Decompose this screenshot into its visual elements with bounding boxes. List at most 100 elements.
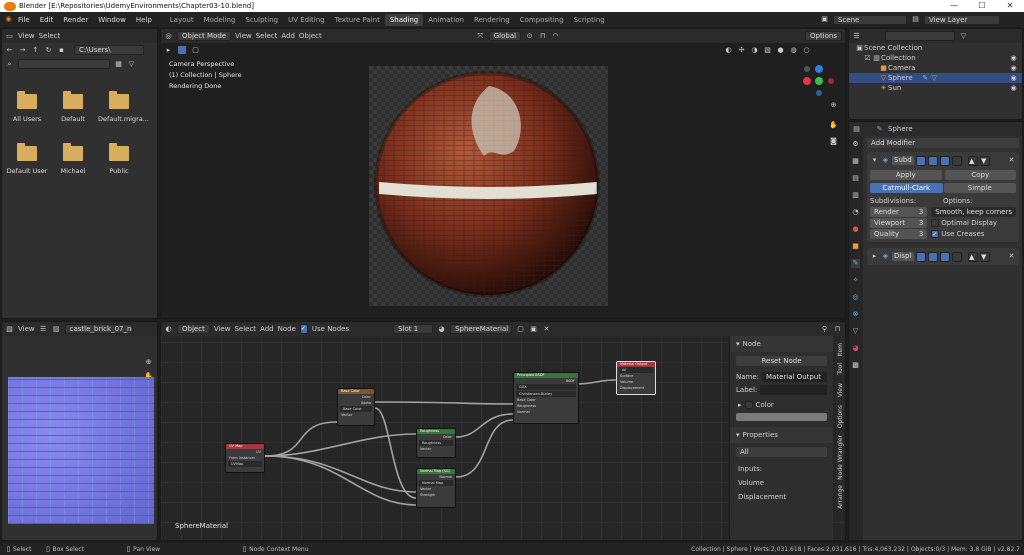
move-down-icon[interactable]: ▼ — [980, 251, 990, 262]
ne-menu-select[interactable]: Select — [234, 325, 256, 333]
node-name-field[interactable]: Material Output — [762, 372, 827, 382]
sidebar-tab-arrange[interactable]: Arrange — [836, 482, 845, 512]
move-up-icon[interactable]: ▲ — [968, 155, 978, 166]
copy-button[interactable]: Copy — [944, 170, 1016, 180]
folder-item[interactable]: Default — [52, 91, 94, 123]
viewport-panel[interactable]: ◎ Object Mode View Select Add Object ⤧ G… — [160, 28, 846, 319]
tab-texture-paint[interactable]: Texture Paint — [330, 14, 385, 26]
render-toggle-icon[interactable] — [940, 251, 950, 262]
proportional-icon[interactable]: ◠ — [551, 32, 560, 41]
expand-icon[interactable]: ▸ — [870, 252, 879, 261]
data-tab-icon[interactable]: ▽ — [851, 327, 860, 336]
shading-solid-icon[interactable]: ● — [776, 46, 785, 55]
minimize-button[interactable]: — — [940, 0, 968, 12]
simple-button[interactable]: Simple — [943, 183, 1016, 193]
folder-item[interactable]: All Users — [6, 91, 48, 123]
outliner-row[interactable]: ▽ Sphere ✎ ▽ ◉ — [849, 73, 1022, 83]
object-tab-icon[interactable]: ■ — [851, 242, 860, 251]
texture-tab-icon[interactable]: ▩ — [851, 361, 860, 370]
vp-menu-select[interactable]: Select — [256, 32, 278, 40]
editmode-toggle-icon[interactable] — [916, 251, 926, 262]
apply-button[interactable]: Apply — [870, 170, 942, 180]
blender-menu-icon[interactable]: ◉ — [4, 15, 13, 24]
node-section-header[interactable]: ▾ Node — [730, 336, 833, 352]
uv-smooth-dropdown[interactable]: Smooth, keep corners — [931, 207, 1016, 217]
physics-tab-icon[interactable]: ◎ — [851, 293, 860, 302]
eye-icon[interactable]: ◉ — [1009, 64, 1018, 73]
node-field[interactable]: GGX — [516, 384, 576, 390]
visibility-icon[interactable]: ◐ — [724, 46, 733, 55]
tool-tab-icon[interactable]: ⚙ — [851, 140, 860, 149]
modifier-name-field[interactable]: Displ — [892, 252, 914, 261]
eye-icon[interactable]: ◉ — [1009, 84, 1018, 93]
tab-sculpting[interactable]: Sculpting — [240, 14, 283, 26]
optimal-display-checkbox[interactable]: Optimal Display — [931, 218, 1016, 228]
sidebar-tab-options[interactable]: Options — [836, 402, 845, 432]
ie-menu-view[interactable]: View — [18, 325, 35, 333]
modifier-tab-icon[interactable]: ✎ — [851, 259, 860, 268]
ne-menu-add[interactable]: Add — [260, 325, 274, 333]
add-modifier-button[interactable]: Add Modifier — [867, 138, 1019, 148]
overlay-icon[interactable]: ◑ — [750, 46, 759, 55]
node-editor-panel[interactable]: ◐ Object View Select Add Node ✓ Use Node… — [160, 321, 846, 541]
world-tab-icon[interactable]: ● — [851, 225, 860, 234]
view-layer-selector[interactable]: View Layer — [924, 14, 1000, 25]
target-dropdown[interactable]: All — [736, 447, 827, 457]
material-name-field[interactable]: SphereMaterial — [450, 324, 513, 334]
menu-edit[interactable]: Edit — [40, 16, 54, 24]
tab-shading[interactable]: Shading — [384, 13, 424, 26]
tab-rendering[interactable]: Rendering — [469, 14, 515, 26]
sidebar-tab-view[interactable]: View — [836, 380, 845, 401]
remove-modifier-icon[interactable]: ✕ — [1007, 252, 1016, 261]
catmull-clark-button[interactable]: Catmull-Clark — [870, 183, 943, 193]
base-color-node[interactable]: Base Color Color Alpha Base Color Vector — [337, 388, 375, 426]
render-tab-icon[interactable]: ▦ — [851, 157, 860, 166]
viewport-levels-field[interactable]: Viewport 3 — [870, 218, 928, 228]
vp-menu-view[interactable]: View — [235, 32, 252, 40]
node-field[interactable]: UVMap — [228, 461, 262, 467]
cage-toggle-icon[interactable] — [952, 155, 962, 166]
outliner-type-icon[interactable]: ☰ — [852, 32, 861, 41]
node-label-field[interactable] — [760, 385, 827, 395]
scene-selector[interactable]: Scene — [833, 14, 907, 25]
view-layer-tab-icon[interactable]: ▥ — [851, 191, 860, 200]
tab-modeling[interactable]: Modeling — [199, 14, 241, 26]
filter-icon[interactable]: ▽ — [127, 60, 136, 69]
ne-menu-view[interactable]: View — [214, 325, 231, 333]
tab-uv-editing[interactable]: UV Editing — [283, 14, 330, 26]
properties-section-header[interactable]: ▾ Properties — [730, 427, 833, 443]
menu-lines-icon[interactable]: ☰ — [39, 325, 48, 334]
move-up-icon[interactable]: ▲ — [968, 251, 978, 262]
constraints-tab-icon[interactable]: ⊗ — [851, 310, 860, 319]
pan-hand-icon[interactable]: ✋ — [829, 121, 838, 130]
filter-icon[interactable]: ▽ — [959, 32, 968, 41]
fake-user-icon[interactable]: ▢ — [516, 325, 525, 334]
menu-file[interactable]: File — [18, 16, 30, 24]
editor-type-icon[interactable]: ▭ — [5, 32, 14, 41]
color-checkbox[interactable] — [744, 401, 753, 409]
parent-dir-icon[interactable]: ↑ — [31, 46, 40, 55]
vp-menu-object[interactable]: Object — [299, 32, 322, 40]
principled-bsdf-node[interactable]: Principled BSDF BSDF GGX Christensen-Bur… — [513, 372, 579, 424]
tab-scripting[interactable]: Scripting — [569, 14, 610, 26]
folder-item[interactable]: Default.migra... — [98, 91, 149, 123]
back-icon[interactable]: ← — [5, 46, 14, 55]
move-down-icon[interactable]: ▼ — [980, 155, 990, 166]
folder-item[interactable]: Public — [98, 143, 140, 175]
material-output-node[interactable]: Material Output All Surface Volume Displ… — [616, 361, 656, 395]
folder-item[interactable]: Michael — [52, 143, 94, 175]
render-toggle-icon[interactable] — [940, 155, 950, 166]
shading-material-icon[interactable]: ◍ — [789, 46, 798, 55]
image-browse-icon[interactable]: ▨ — [52, 325, 61, 334]
viewport-toggle-icon[interactable] — [928, 155, 938, 166]
material-tab-icon[interactable]: ◕ — [851, 344, 860, 353]
checkbox-icon[interactable]: ☑ — [863, 54, 872, 63]
outliner-row[interactable]: ☑ ▥ Collection ◉ — [849, 53, 1022, 63]
maximize-button[interactable]: ☐ — [968, 0, 996, 12]
normal-map-node[interactable]: Normal Map (SG) Normal Normal Map Vector… — [416, 468, 456, 508]
outliner-row[interactable]: ■ Camera ◉ — [849, 63, 1022, 73]
snap-icon[interactable]: ⊓ — [833, 325, 842, 334]
uvmap-node[interactable]: UV Map UV From Instancer UVMap — [225, 443, 265, 473]
tab-compositing[interactable]: Compositing — [515, 14, 569, 26]
pivot-icon[interactable]: ⊙ — [525, 32, 534, 41]
